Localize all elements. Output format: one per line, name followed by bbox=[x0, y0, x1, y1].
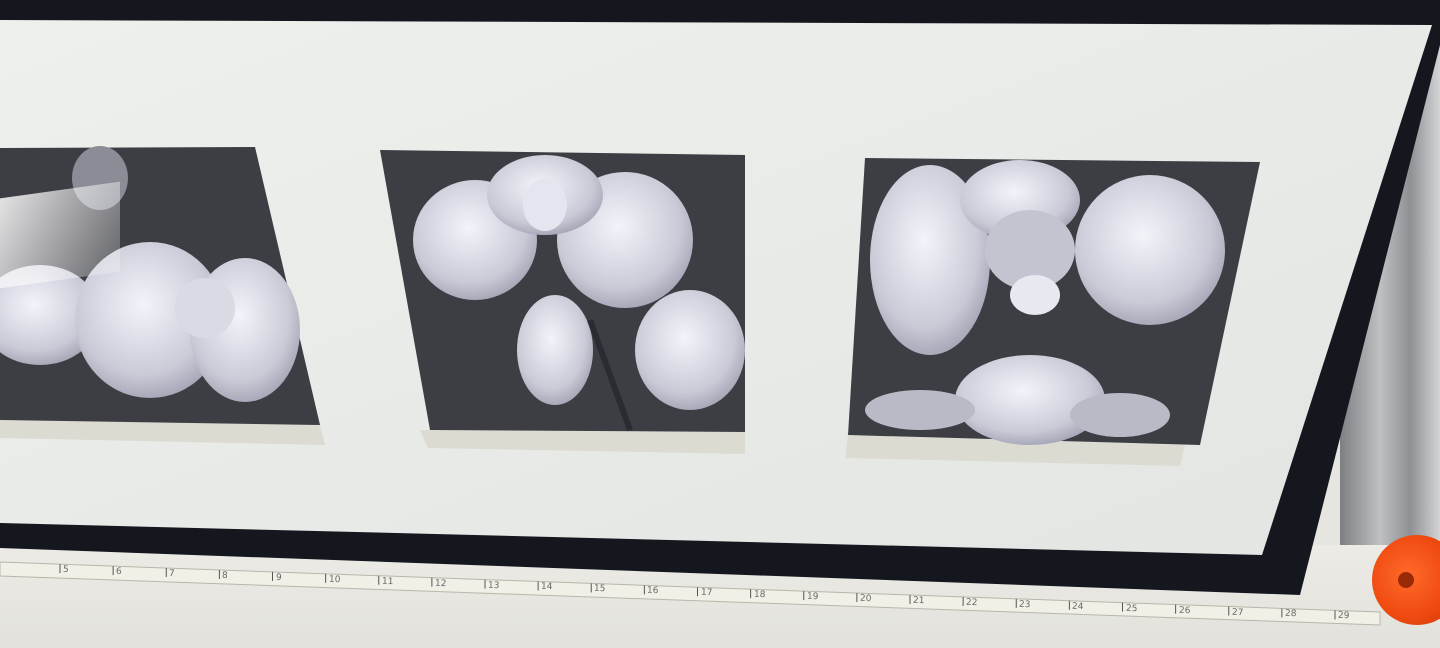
tape-tick-label: 19 bbox=[806, 591, 819, 603]
orchid-petal bbox=[517, 295, 593, 405]
frame-drawing bbox=[0, 0, 1440, 626]
tape-tick-label: 5 bbox=[62, 565, 69, 576]
tape-tick-label: 17 bbox=[700, 588, 713, 599]
tape-tick-label: 15 bbox=[594, 584, 606, 595]
tape-tick-label: 8 bbox=[222, 570, 229, 582]
orchid-center bbox=[175, 278, 235, 338]
photo-scene: 5 6 7 8 9 10 11 12 13 14 15 16 17 18 19 20 21 22 23 24 25 26 2… bbox=[0, 0, 1440, 648]
tape-tick-label: 9 bbox=[275, 572, 282, 583]
tape-tick-label: 25 bbox=[1125, 603, 1138, 614]
tape-tick-label: 22 bbox=[965, 597, 978, 609]
orchid-petal bbox=[865, 390, 975, 430]
tape-tick-label: 23 bbox=[1019, 599, 1031, 611]
right-orchid-photo bbox=[845, 158, 1260, 466]
tape-tick-label: 14 bbox=[540, 582, 553, 593]
tape-tick-label: 7 bbox=[169, 568, 176, 580]
orchid-petal bbox=[1075, 175, 1225, 325]
orchid-lip bbox=[1010, 275, 1060, 315]
tape-tick-label: 16 bbox=[647, 586, 659, 597]
center-orchid-photo bbox=[380, 150, 745, 454]
tape-tick-label: 12 bbox=[434, 578, 447, 589]
tape-tick-label: 10 bbox=[328, 574, 341, 585]
orchid-petal bbox=[635, 290, 745, 410]
tape-reel-hub bbox=[1398, 572, 1414, 588]
tape-tick-label: 6 bbox=[115, 566, 123, 578]
tape-tick-label: 18 bbox=[753, 589, 766, 601]
tape-tick-label: 27 bbox=[1231, 607, 1244, 618]
tape-tick-label: 28 bbox=[1284, 609, 1297, 620]
orchid-center bbox=[523, 179, 567, 231]
tape-tick-label: 11 bbox=[381, 576, 394, 587]
tape-tick-label: 20 bbox=[859, 593, 872, 605]
orchid-petal bbox=[955, 355, 1105, 445]
tape-tick-label: 21 bbox=[912, 595, 925, 607]
tape-tick-label: 24 bbox=[1072, 601, 1084, 612]
tape-tick-label: 26 bbox=[1178, 605, 1191, 616]
tape-tick-label: 13 bbox=[487, 580, 500, 591]
orchid-petal bbox=[1070, 393, 1170, 437]
tape-tick-label: 29 bbox=[1337, 611, 1350, 622]
light-glare bbox=[0, 181, 120, 289]
